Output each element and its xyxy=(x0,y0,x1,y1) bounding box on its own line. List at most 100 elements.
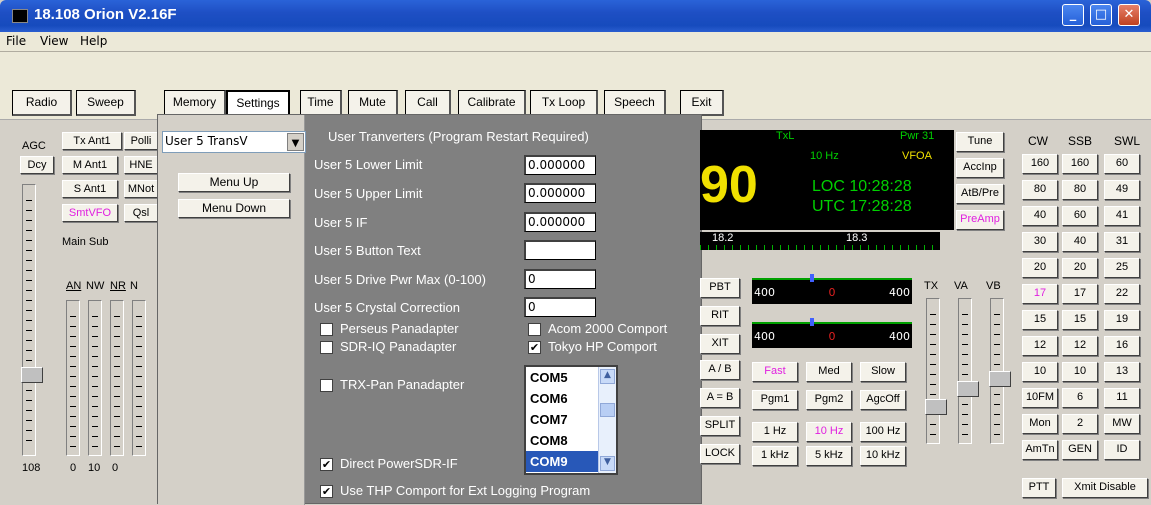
trxpan-checkbox[interactable] xyxy=(320,379,333,392)
close-button[interactable]: ✕ xyxy=(1118,4,1140,26)
band-button[interactable]: 60 xyxy=(1104,154,1140,174)
if-input[interactable]: 0.000000 xyxy=(524,212,596,232)
a-equals-b-button[interactable]: A = B xyxy=(700,388,740,408)
accinp-button[interactable]: AccInp xyxy=(956,158,1004,178)
band-button[interactable]: 20 xyxy=(1062,258,1098,278)
hnb-button[interactable]: HNE xyxy=(124,156,158,174)
s-ant1-button[interactable]: S Ant1 xyxy=(62,180,118,198)
crystal-correction-input[interactable]: 0 xyxy=(524,297,596,317)
chevron-down-icon[interactable]: ▼ xyxy=(287,133,304,151)
thp-logging-checkbox[interactable]: ✔ xyxy=(320,485,333,498)
menu-view[interactable]: View xyxy=(40,34,68,48)
qsl-button[interactable]: Qsl xyxy=(124,204,158,222)
pbt-meter[interactable]: 400 0 400 xyxy=(752,274,912,304)
scroll-down-icon[interactable]: ▼ xyxy=(600,456,615,471)
ptt-button[interactable]: PTT xyxy=(1022,478,1056,498)
tune-button[interactable]: Tune xyxy=(956,132,1004,152)
band-button[interactable]: 40 xyxy=(1062,232,1098,252)
polling-button[interactable]: Polli xyxy=(124,132,158,150)
a-swap-b-button[interactable]: A / B xyxy=(700,360,740,380)
band-button[interactable]: GEN xyxy=(1062,440,1098,460)
band-button[interactable]: AmTn xyxy=(1022,440,1058,460)
band-button[interactable]: ID xyxy=(1104,440,1140,460)
band-button[interactable]: 6 xyxy=(1062,388,1098,408)
band-button[interactable]: 10 xyxy=(1022,362,1058,382)
agc-slider[interactable] xyxy=(21,184,43,456)
pgm1-button[interactable]: Pgm1 xyxy=(752,390,798,410)
scroll-up-icon[interactable]: ▲ xyxy=(600,369,615,384)
band-button[interactable]: 16 xyxy=(1104,336,1140,356)
list-scrollbar[interactable]: ▲ ▼ xyxy=(598,367,616,473)
sub-rf-slider[interactable] xyxy=(132,300,146,456)
band-button[interactable]: Mon xyxy=(1022,414,1058,434)
pbt-button[interactable]: PBT xyxy=(700,278,740,298)
band-button[interactable]: 10 xyxy=(1062,362,1098,382)
preamp-button[interactable]: PreAmp xyxy=(956,210,1004,230)
step-10khz-button[interactable]: 10 kHz xyxy=(860,446,906,466)
maximize-button[interactable]: □ xyxy=(1090,4,1112,26)
band-button[interactable]: 12 xyxy=(1022,336,1058,356)
band-button[interactable]: 2 xyxy=(1062,414,1098,434)
band-button[interactable]: 15 xyxy=(1022,310,1058,330)
toolbar-settings[interactable]: Settings xyxy=(226,90,290,116)
band-button[interactable]: 40 xyxy=(1022,206,1058,226)
menu-file[interactable]: File xyxy=(6,34,26,48)
agc-slow-button[interactable]: Slow xyxy=(860,362,906,382)
band-button[interactable]: 20 xyxy=(1022,258,1058,278)
main-rf-slider[interactable] xyxy=(88,300,102,456)
band-button[interactable]: MW xyxy=(1104,414,1140,434)
band-button[interactable]: 49 xyxy=(1104,180,1140,200)
step-10hz-button[interactable]: 10 Hz xyxy=(806,422,852,442)
toolbar-calibrate[interactable]: Calibrate xyxy=(458,90,526,116)
band-button[interactable]: 41 xyxy=(1104,206,1140,226)
dcy-button[interactable]: Dcy xyxy=(20,156,54,174)
lock-button[interactable]: LOCK xyxy=(700,444,740,464)
tx-slider[interactable] xyxy=(925,298,947,444)
nb-label[interactable]: N xyxy=(130,280,138,292)
va-slider[interactable] xyxy=(957,298,979,444)
band-button[interactable]: 19 xyxy=(1104,310,1140,330)
scroll-thumb[interactable] xyxy=(600,403,615,417)
band-button[interactable]: 11 xyxy=(1104,388,1140,408)
rit-meter[interactable]: 400 0 400 xyxy=(752,318,912,348)
m-ant1-button[interactable]: M Ant1 xyxy=(62,156,118,174)
com-port-list[interactable]: COM5 COM6 COM7 COM8 COM9 ▲ ▼ xyxy=(524,365,618,475)
band-button[interactable]: 25 xyxy=(1104,258,1140,278)
nw-label[interactable]: NW xyxy=(86,280,104,292)
band-button[interactable]: 10FM xyxy=(1022,388,1058,408)
band-button[interactable]: 22 xyxy=(1104,284,1140,304)
toolbar-call[interactable]: Call xyxy=(405,90,451,116)
band-button[interactable]: 160 xyxy=(1062,154,1098,174)
toolbar-radio[interactable]: Radio xyxy=(12,90,72,116)
band-button[interactable]: 80 xyxy=(1062,180,1098,200)
band-button[interactable]: 12 xyxy=(1062,336,1098,356)
nr-label[interactable]: NR xyxy=(110,280,126,292)
menu-down-button[interactable]: Menu Down xyxy=(178,199,290,218)
mnotch-button[interactable]: MNot xyxy=(124,180,158,198)
menu-up-button[interactable]: Menu Up xyxy=(178,173,290,192)
perseus-checkbox[interactable] xyxy=(320,323,333,336)
toolbar-sweep[interactable]: Sweep xyxy=(76,90,136,116)
settings-dropdown[interactable]: User 5 TransV ▼ xyxy=(162,131,306,153)
toolbar-exit[interactable]: Exit xyxy=(680,90,724,116)
pgm2-button[interactable]: Pgm2 xyxy=(806,390,852,410)
band-button[interactable]: 17 xyxy=(1022,284,1058,304)
main-af-slider[interactable] xyxy=(66,300,80,456)
toolbar-mute[interactable]: Mute xyxy=(348,90,398,116)
band-button[interactable]: 160 xyxy=(1022,154,1058,174)
tx-ant1-button[interactable]: Tx Ant1 xyxy=(62,132,122,150)
step-1hz-button[interactable]: 1 Hz xyxy=(752,422,798,442)
band-button[interactable]: 30 xyxy=(1022,232,1058,252)
step-100hz-button[interactable]: 100 Hz xyxy=(860,422,906,442)
rit-button[interactable]: RIT xyxy=(700,306,740,326)
band-button[interactable]: 17 xyxy=(1062,284,1098,304)
vb-slider[interactable] xyxy=(989,298,1011,444)
xmit-disable-button[interactable]: Xmit Disable xyxy=(1062,478,1148,498)
agc-fast-button[interactable]: Fast xyxy=(752,362,798,382)
toolbar-time[interactable]: Time xyxy=(300,90,342,116)
drive-pwr-input[interactable]: 0 xyxy=(524,269,596,289)
menu-help[interactable]: Help xyxy=(80,34,107,48)
split-button[interactable]: SPLIT xyxy=(700,416,740,436)
band-button[interactable]: 80 xyxy=(1022,180,1058,200)
tokyo-hp-checkbox[interactable]: ✔ xyxy=(528,341,541,354)
